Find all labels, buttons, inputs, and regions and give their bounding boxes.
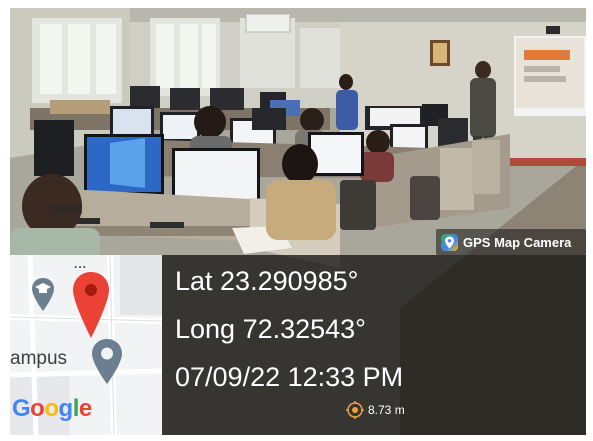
google-logo-letter: o xyxy=(44,395,59,422)
education-poi-icon[interactable] xyxy=(30,277,56,313)
gps-accuracy: 8.73 m xyxy=(346,401,405,419)
longitude-text: Long 72.32543° xyxy=(175,314,366,344)
google-logo-letter: g xyxy=(58,395,74,422)
latitude-text: Lat 23.290985° xyxy=(175,266,359,296)
mini-map[interactable]: ... ampus Google xyxy=(10,255,162,435)
map-place-label: ampus xyxy=(10,348,68,369)
datetime-text: 07/09/22 12:33 PM xyxy=(175,362,404,392)
google-logo: Google xyxy=(12,395,92,423)
gps-map-camera-badge[interactable]: GPS Map Camera xyxy=(436,229,586,255)
place-pin-icon[interactable] xyxy=(90,338,124,386)
map-more-menu[interactable]: ... xyxy=(74,257,87,271)
google-logo-letter: G xyxy=(12,395,31,422)
gps-map-camera-label: GPS Map Camera xyxy=(463,234,572,250)
location-pin-map-icon xyxy=(441,233,458,251)
google-logo-letter: e xyxy=(78,395,92,422)
gps-accuracy-value: 8.73 m xyxy=(368,403,405,417)
google-logo-letter: o xyxy=(30,395,45,422)
current-location-pin-icon[interactable] xyxy=(70,270,112,340)
gps-accuracy-icon xyxy=(346,401,364,419)
photo-frame: GPS Map Camera ... ampus Google Lat 23.2… xyxy=(10,8,586,435)
